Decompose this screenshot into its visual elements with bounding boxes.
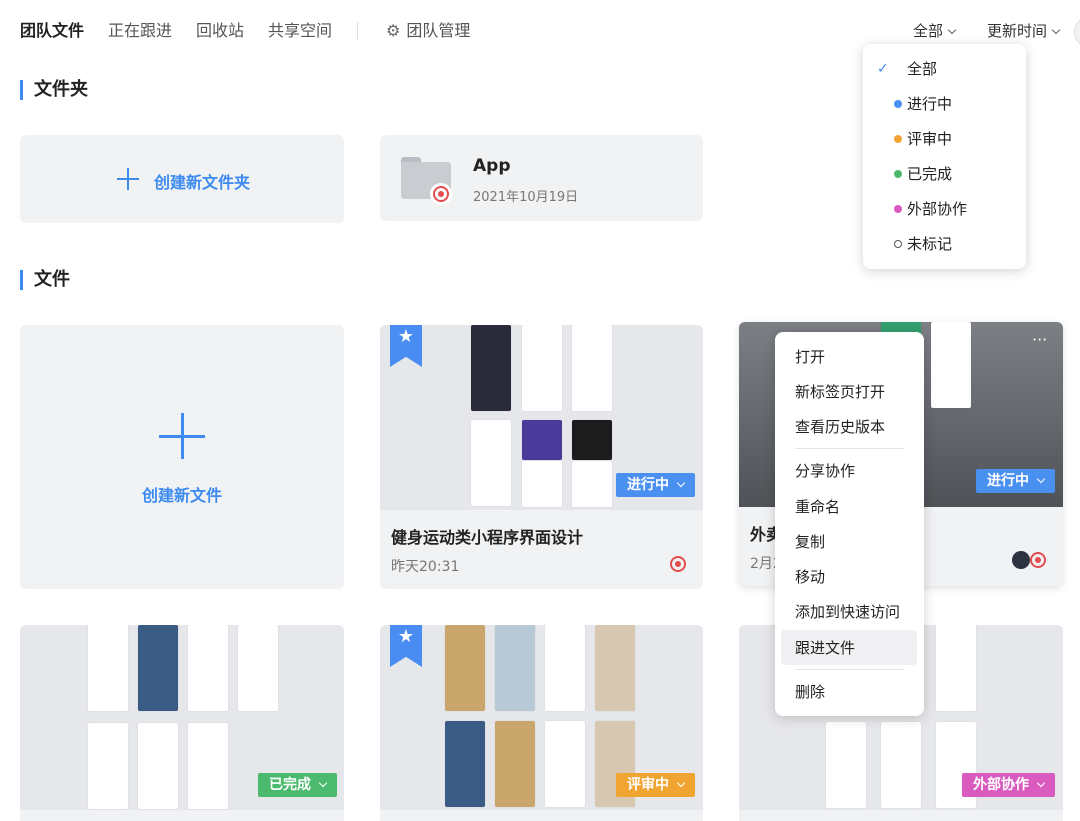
- status-dot-icon: [894, 170, 902, 178]
- menu-item-follow[interactable]: 跟进文件: [775, 638, 924, 658]
- menu-divider: [795, 448, 904, 449]
- status-badge[interactable]: 进行中: [616, 473, 695, 497]
- folder-date: 2021年10月19日: [473, 190, 579, 205]
- plus-icon: [117, 168, 139, 190]
- more-options-icon[interactable]: ···: [1032, 332, 1047, 348]
- filter-dropdown[interactable]: 全部: [913, 20, 957, 42]
- create-folder-card[interactable]: 创建新文件夹: [20, 135, 344, 223]
- filter-option-label: 评审中: [907, 130, 953, 148]
- menu-item-open[interactable]: 打开: [775, 347, 924, 367]
- plus-icon: [159, 413, 205, 459]
- filter-option-label: 全部: [907, 60, 938, 78]
- menu-item-share[interactable]: 分享协作: [775, 461, 924, 481]
- file-card[interactable]: ★ 评审中: [380, 625, 703, 821]
- folders-section-title: 文件夹: [20, 80, 88, 100]
- tab-team-files[interactable]: 团队文件: [20, 20, 84, 42]
- tab-shared-space[interactable]: 共享空间: [268, 20, 332, 42]
- sort-label: 更新时间: [987, 22, 1048, 40]
- team-logo-icon: [430, 183, 452, 205]
- menu-item-open-new-tab[interactable]: 新标签页打开: [775, 382, 924, 402]
- file-name: 健身运动类小程序界面设计: [391, 528, 584, 547]
- filter-option-label: 外部协作: [907, 200, 968, 218]
- chevron-down-icon: [1051, 25, 1061, 35]
- status-badge[interactable]: 评审中: [616, 773, 695, 797]
- folder-card-app[interactable]: App 2021年10月19日: [380, 135, 703, 221]
- file-date: 昨天20:31: [391, 559, 460, 575]
- file-card[interactable]: 已完成: [20, 625, 344, 821]
- team-logo-icon: [1030, 552, 1046, 568]
- status-badge[interactable]: 外部协作: [962, 773, 1055, 797]
- avatar[interactable]: [1074, 17, 1080, 47]
- tab-following[interactable]: 正在跟进: [108, 20, 172, 42]
- create-folder-label: 创建新文件夹: [154, 173, 251, 192]
- menu-item-copy[interactable]: 复制: [775, 532, 924, 552]
- team-logo-icon: [670, 556, 686, 572]
- filter-option-external[interactable]: 外部协作: [863, 199, 1026, 219]
- status-dot-icon: [894, 100, 902, 108]
- menu-item-rename[interactable]: 重命名: [775, 497, 924, 517]
- filter-option-in-progress[interactable]: 进行中: [863, 94, 1026, 114]
- status-badge[interactable]: 进行中: [976, 469, 1055, 493]
- gear-icon: ⚙: [386, 21, 401, 40]
- filter-option-label: 进行中: [907, 95, 953, 113]
- tab-recycle-bin[interactable]: 回收站: [196, 20, 244, 42]
- context-menu: 打开 新标签页打开 查看历史版本 分享协作 重命名 复制 移动 添加到快速访问 …: [775, 332, 924, 716]
- menu-item-history[interactable]: 查看历史版本: [775, 417, 924, 437]
- filter-option-label: 已完成: [907, 165, 953, 183]
- team-settings-label: 团队管理: [406, 21, 471, 40]
- status-badge[interactable]: 已完成: [258, 773, 337, 797]
- menu-item-move[interactable]: 移动: [775, 567, 924, 587]
- status-dot-icon: [894, 205, 902, 213]
- check-icon: ✓: [877, 61, 889, 77]
- filter-option-label: 未标记: [907, 235, 953, 253]
- collaborator-avatar: [1012, 551, 1030, 569]
- files-section-title: 文件: [20, 270, 70, 290]
- filter-option-done[interactable]: 已完成: [863, 164, 1026, 184]
- sort-dropdown[interactable]: 更新时间: [987, 20, 1061, 42]
- menu-item-delete[interactable]: 删除: [775, 682, 924, 702]
- chevron-down-icon: [947, 25, 957, 35]
- file-card[interactable]: ★ 进行中 健身运动类小程序界面设计 昨天20:31: [380, 325, 703, 589]
- filter-option-review[interactable]: 评审中: [863, 129, 1026, 149]
- filter-menu: ✓ 全部 进行中 评审中 已完成 外部协作 未标记: [863, 44, 1026, 269]
- team-settings-button[interactable]: ⚙ 团队管理: [386, 20, 470, 42]
- filter-label: 全部: [913, 22, 944, 40]
- folder-name: App: [473, 156, 511, 176]
- status-dot-icon: [894, 135, 902, 143]
- filter-option-unmarked[interactable]: 未标记: [863, 234, 1026, 254]
- nav-divider: [357, 22, 358, 40]
- create-file-label: 创建新文件: [141, 486, 222, 505]
- menu-item-quick-access[interactable]: 添加到快速访问: [775, 602, 924, 622]
- menu-divider: [795, 669, 904, 670]
- create-file-card[interactable]: 创建新文件: [20, 325, 344, 589]
- status-ring-icon: [894, 240, 902, 248]
